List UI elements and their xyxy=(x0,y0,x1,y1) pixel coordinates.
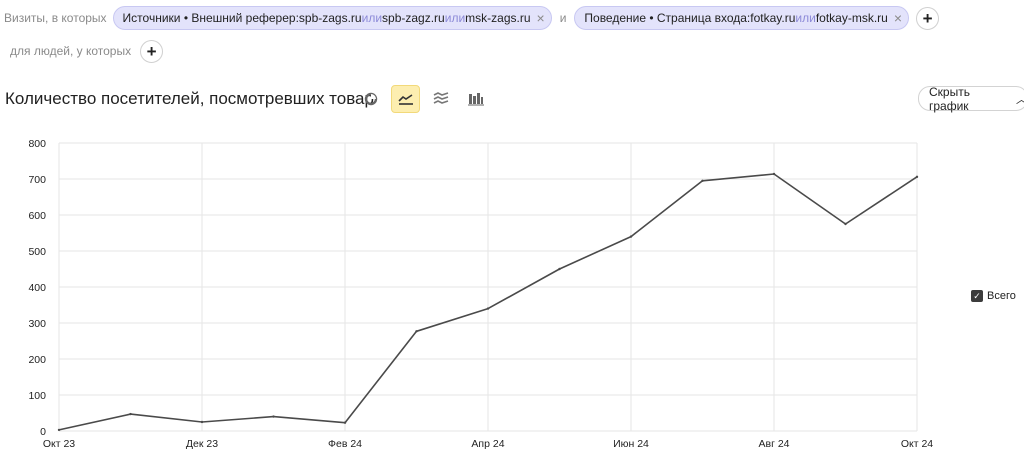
x-tick-label: Авг 24 xyxy=(758,438,789,450)
y-tick-label: 600 xyxy=(28,210,46,222)
pie-icon xyxy=(364,92,377,106)
y-tick-label: 700 xyxy=(28,174,46,186)
y-tick-label: 400 xyxy=(28,282,46,294)
y-tick-label: 300 xyxy=(28,318,46,330)
data-point xyxy=(343,421,347,424)
data-point xyxy=(272,415,275,418)
data-point xyxy=(200,420,204,424)
chip-prefix: Поведение • Страница входа: xyxy=(584,11,751,25)
y-tick-label: 800 xyxy=(28,138,46,150)
x-tick-label: Окт 24 xyxy=(901,438,933,450)
bar-chart-button[interactable] xyxy=(461,85,490,113)
people-label: для людей, у которых xyxy=(10,44,132,58)
chart-type-switcher xyxy=(356,85,490,113)
area-chart-button[interactable] xyxy=(426,85,455,113)
data-point xyxy=(558,267,561,271)
chip-value: spb-zagz.ru xyxy=(382,11,445,25)
line-chart-icon xyxy=(397,94,413,105)
close-icon[interactable]: × xyxy=(537,11,545,25)
visits-filter-row: Визиты, в которых Источники • Внешний ре… xyxy=(4,6,940,30)
bar-chart-icon xyxy=(467,93,484,106)
x-tick-label: Окт 23 xyxy=(43,438,75,450)
data-point xyxy=(486,307,490,310)
add-people-filter-button[interactable]: + xyxy=(140,39,164,63)
chip-value: fotkay-msk.ru xyxy=(815,11,888,25)
line-chart-button[interactable] xyxy=(391,85,420,113)
chip-or: или xyxy=(444,11,466,25)
area-chart-icon xyxy=(433,92,448,104)
x-tick-label: Апр 24 xyxy=(471,438,504,450)
y-tick-label: 200 xyxy=(28,354,46,366)
y-tick-label: 100 xyxy=(28,390,46,402)
y-tick-label: 500 xyxy=(28,246,46,258)
chart-title: Количество посетителей, посмотревших тов… xyxy=(5,89,374,108)
close-icon[interactable]: × xyxy=(894,11,902,25)
legend-checkbox[interactable]: ✓ xyxy=(971,290,983,302)
visits-label: Визиты, в которых xyxy=(4,11,107,25)
y-tick-label: 0 xyxy=(40,426,46,438)
hide-chart-label: Скрыть график xyxy=(929,84,970,113)
and-label: и xyxy=(559,11,567,25)
legend-label: Всего xyxy=(987,290,1016,302)
data-point xyxy=(915,175,919,179)
chip-value: fotkay.ru xyxy=(750,11,796,25)
chip-value: spb-zags.ru xyxy=(298,11,362,25)
pie-chart-button[interactable] xyxy=(356,85,385,113)
data-point xyxy=(415,330,418,333)
legend: ✓ Всего xyxy=(971,290,1016,302)
data-point xyxy=(629,235,633,238)
chip-prefix: Источники • Внешний реферер: xyxy=(122,11,299,25)
x-tick-label: Фев 24 xyxy=(328,438,362,450)
chip-value: msk-zags.ru xyxy=(465,11,531,25)
data-point xyxy=(844,222,847,226)
chip-or: или xyxy=(361,11,383,25)
chip-or: или xyxy=(795,11,816,25)
entry-page-filter-chip[interactable]: Поведение • Страница входа: fotkay.ru ил… xyxy=(574,6,910,30)
data-point xyxy=(772,172,776,176)
chevron-up-icon: ︿ xyxy=(1016,91,1024,107)
x-tick-label: Июн 24 xyxy=(613,438,649,450)
line-chart: 0 100 200 300 400 500 600 700 800 Окт 23 Дек 23 Фев… xyxy=(28,138,933,450)
x-tick-label: Дек 23 xyxy=(186,438,218,450)
people-filter-row: для людей, у которых + xyxy=(10,39,164,63)
add-visit-filter-button[interactable]: + xyxy=(916,6,940,30)
hide-chart-button[interactable]: Скрыть график ︿ xyxy=(918,84,1024,113)
data-point xyxy=(57,428,61,432)
data-point xyxy=(129,412,132,416)
data-point xyxy=(701,179,704,182)
referrer-filter-chip[interactable]: Источники • Внешний реферер: spb-zags.ru… xyxy=(112,6,552,30)
